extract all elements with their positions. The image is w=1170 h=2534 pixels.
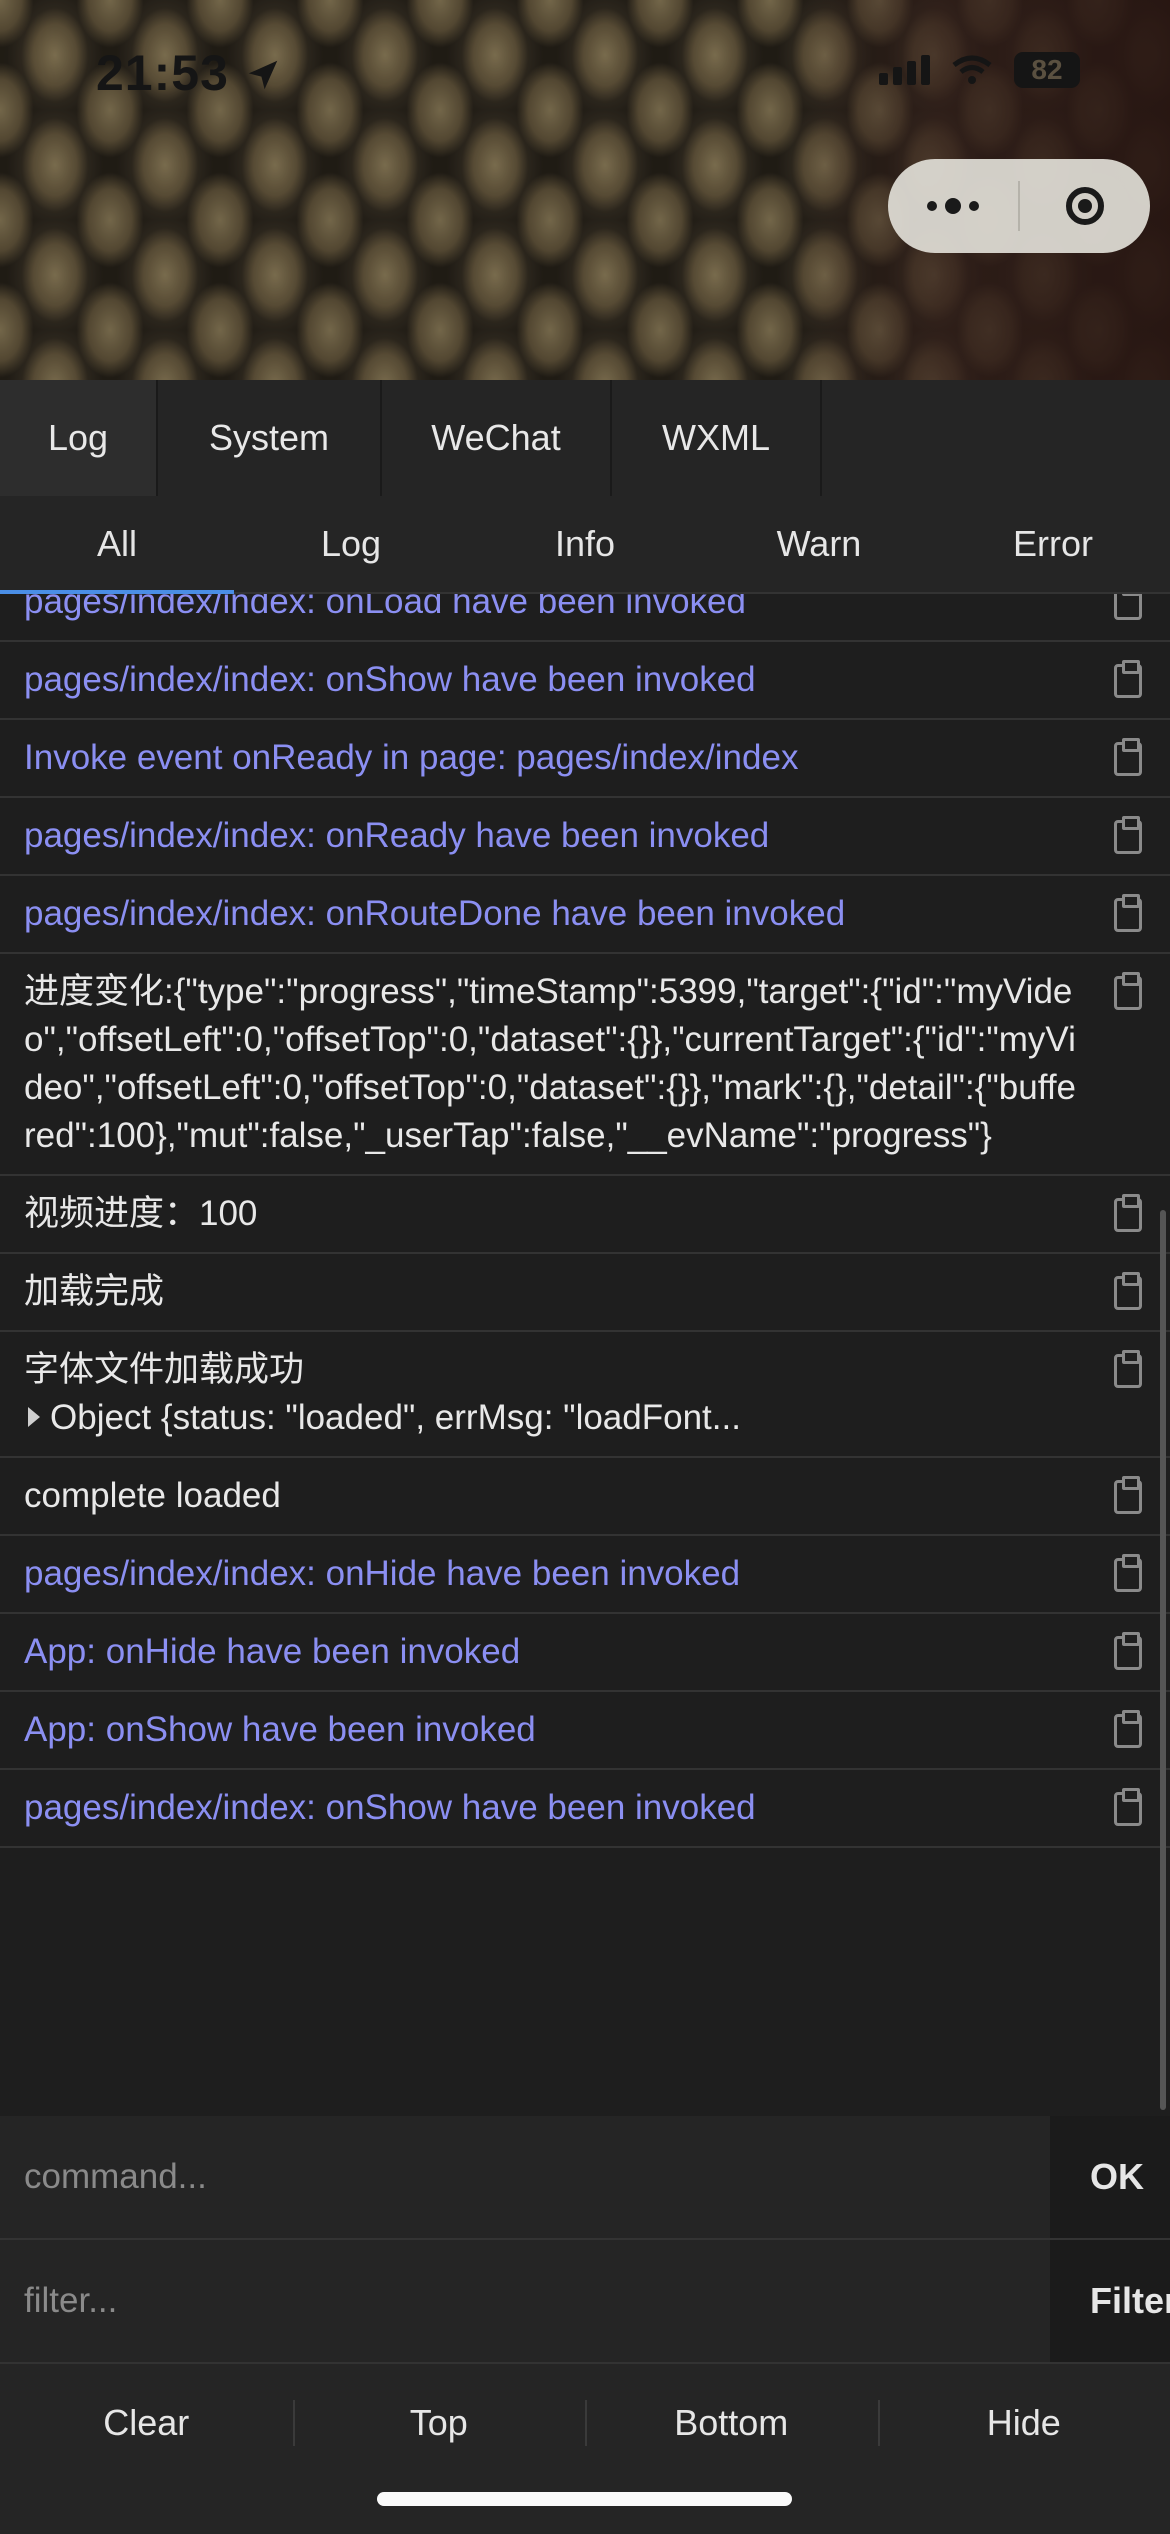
copy-icon[interactable] <box>1114 820 1142 854</box>
battery-indicator: 82 <box>1014 52 1080 88</box>
log-row: 进度变化:{"type":"progress","timeStamp":5399… <box>0 954 1170 1176</box>
tab-wxml[interactable]: WXML <box>612 380 822 496</box>
object-expander[interactable]: Object {status: "loaded", errMsg: "loadF… <box>24 1394 1080 1442</box>
log-level-tabs: All Log Info Warn Error <box>0 496 1170 594</box>
log-row: App: onShow have been invoked <box>0 1692 1170 1770</box>
command-row: OK <box>0 2116 1170 2240</box>
filter-input[interactable] <box>0 2240 1048 2362</box>
cellular-signal-icon <box>879 55 930 85</box>
panel-tabs: Log System WeChat WXML <box>0 380 1170 497</box>
subtab-all[interactable]: All <box>0 496 234 592</box>
close-button[interactable] <box>1020 159 1150 253</box>
log-row: App: onHide have been invoked <box>0 1614 1170 1692</box>
tab-wechat[interactable]: WeChat <box>382 380 612 496</box>
ok-button[interactable]: OK <box>1050 2116 1170 2238</box>
footer-toolbar: Clear Top Bottom Hide <box>0 2362 1170 2534</box>
copy-icon[interactable] <box>1114 664 1142 698</box>
subtab-log[interactable]: Log <box>234 496 468 592</box>
tab-log[interactable]: Log <box>0 380 158 496</box>
log-row: 视频进度：100 <box>0 1176 1170 1254</box>
tab-system[interactable]: System <box>158 380 382 496</box>
filter-button[interactable]: Filter <box>1050 2240 1170 2362</box>
bottom-button[interactable]: Bottom <box>585 2364 878 2482</box>
mini-program-capsule <box>888 159 1150 253</box>
hide-button[interactable]: Hide <box>878 2364 1170 2482</box>
log-row: pages/index/index: onHide have been invo… <box>0 1536 1170 1614</box>
log-row: Invoke event onReady in page: pages/inde… <box>0 720 1170 798</box>
copy-icon[interactable] <box>1114 1480 1142 1514</box>
command-input[interactable] <box>0 2116 1048 2238</box>
copy-icon[interactable] <box>1114 1198 1142 1232</box>
more-dots-icon <box>927 201 937 211</box>
log-row: 字体文件加载成功 Object {status: "loaded", errMs… <box>0 1332 1170 1458</box>
subtab-error[interactable]: Error <box>936 496 1170 592</box>
copy-icon[interactable] <box>1114 976 1142 1010</box>
expand-triangle-icon <box>28 1407 40 1427</box>
filter-row: Filter <box>0 2240 1170 2364</box>
copy-icon[interactable] <box>1114 1354 1142 1388</box>
location-arrow-icon <box>244 56 282 94</box>
clear-button[interactable]: Clear <box>0 2364 293 2482</box>
log-row: pages/index/index: onRouteDone have been… <box>0 876 1170 954</box>
copy-icon[interactable] <box>1114 1792 1142 1826</box>
subtab-info[interactable]: Info <box>468 496 702 592</box>
log-row: pages/index/index: onLoad have been invo… <box>0 594 1170 642</box>
log-row: 加载完成 <box>0 1254 1170 1332</box>
copy-icon[interactable] <box>1114 594 1142 620</box>
top-button[interactable]: Top <box>293 2364 586 2482</box>
log-row: pages/index/index: onShow have been invo… <box>0 1770 1170 1848</box>
copy-icon[interactable] <box>1114 1714 1142 1748</box>
log-list[interactable]: pages/index/index: onLoad have been invo… <box>0 594 1170 2114</box>
status-time: 21:53 <box>96 44 282 102</box>
target-icon <box>1066 187 1104 225</box>
copy-icon[interactable] <box>1114 1276 1142 1310</box>
wifi-icon <box>952 55 992 85</box>
more-button[interactable] <box>888 159 1018 253</box>
copy-icon[interactable] <box>1114 898 1142 932</box>
copy-icon[interactable] <box>1114 1636 1142 1670</box>
home-indicator[interactable] <box>377 2492 792 2506</box>
log-row: pages/index/index: onShow have been invo… <box>0 642 1170 720</box>
copy-icon[interactable] <box>1114 742 1142 776</box>
scrollbar[interactable] <box>1160 1210 1166 2110</box>
log-row: complete loaded <box>0 1458 1170 1536</box>
status-icons: 82 <box>879 52 1080 88</box>
log-row: pages/index/index: onReady have been inv… <box>0 798 1170 876</box>
subtab-warn[interactable]: Warn <box>702 496 936 592</box>
copy-icon[interactable] <box>1114 1558 1142 1592</box>
